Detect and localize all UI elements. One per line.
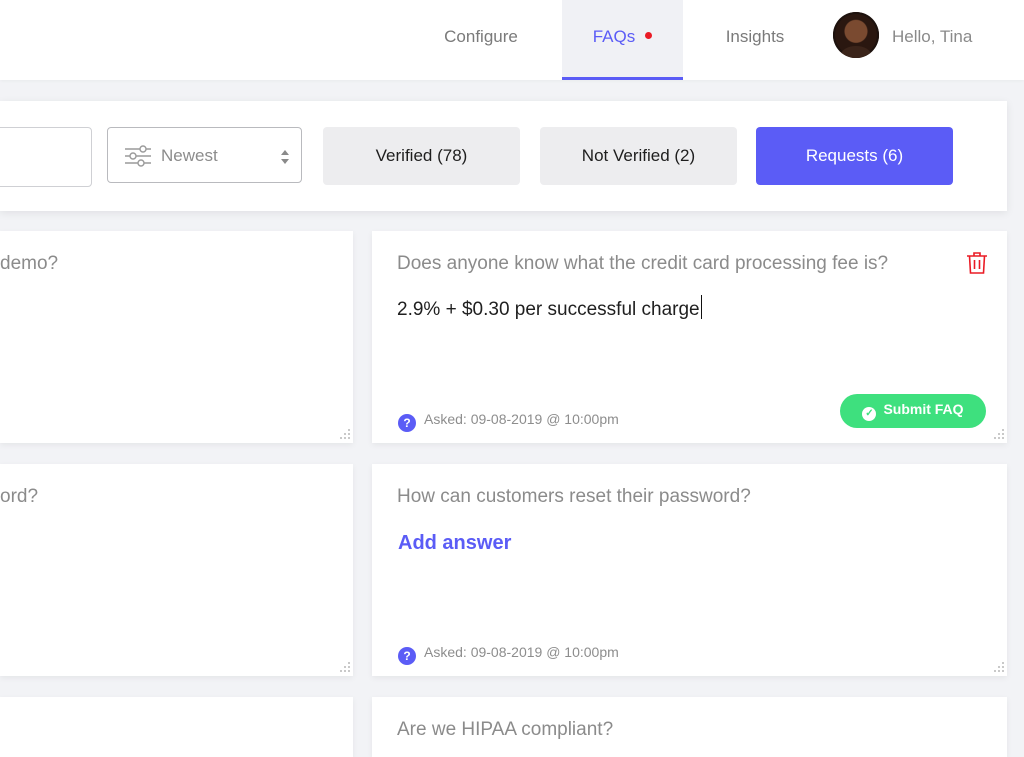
submit-faq-label: Submit FAQ [883,401,964,417]
question-circle-icon: ? [398,647,416,665]
faq-card: Are we HIPAA compliant? [372,697,1007,757]
tab-insights-label: Insights [725,27,785,46]
resize-handle-icon[interactable] [337,427,351,441]
answer-input[interactable]: 2.9% + $0.30 per successful charge [397,295,957,321]
sort-select-value: Newest [161,146,218,165]
question-circle-icon: ? [398,414,416,432]
resize-handle-icon[interactable] [991,660,1005,674]
answer-text: 2.9% + $0.30 per successful charge [397,299,700,320]
submit-faq-button[interactable]: ✓ Submit FAQ [840,394,986,428]
faq-question: How can customers reset their password? [397,486,751,507]
asked-timestamp: ? Asked: 09-08-2019 @ 10:00pm [398,411,619,432]
sliders-icon [125,145,151,167]
faq-card-editing: Does anyone know what the credit card pr… [372,231,1007,443]
requests-filter-button[interactable]: Requests (6) [756,127,953,185]
faq-question: Does anyone know what the credit card pr… [397,253,889,274]
asked-timestamp-text: Asked: 09-08-2019 @ 10:00pm [424,644,619,660]
user-avatar[interactable] [833,12,879,58]
faq-card: demo? [0,231,353,443]
faq-card: How can customers reset their password? … [372,464,1007,676]
faq-question: demo? [0,253,59,274]
text-caret [700,295,703,319]
resize-handle-icon[interactable] [337,660,351,674]
verified-filter-button[interactable]: Verified (78) [323,127,520,185]
resize-handle-icon[interactable] [991,427,1005,441]
tab-faqs[interactable]: FAQs [562,0,683,80]
tab-configure[interactable]: Configure [426,0,536,80]
notification-dot [645,32,653,40]
faq-card [0,697,353,757]
check-circle-icon: ✓ [862,407,877,421]
sort-select[interactable]: Newest [107,127,302,183]
faq-question: ord? [0,486,39,507]
user-greeting[interactable]: Hello, Tina [892,0,972,74]
tab-faqs-label: FAQs [592,27,636,46]
tab-insights[interactable]: Insights [705,0,805,80]
asked-timestamp-text: Asked: 09-08-2019 @ 10:00pm [424,411,619,427]
not-verified-filter-button[interactable]: Not Verified (2) [540,127,737,185]
up-down-arrows-icon [281,150,289,164]
faq-question: Are we HIPAA compliant? [397,719,614,740]
top-navigation: Configure FAQs Insights Hello, Tina [0,0,1024,80]
faq-card: ord? [0,464,353,676]
asked-timestamp: ? Asked: 09-08-2019 @ 10:00pm [398,644,619,665]
search-input[interactable] [0,127,92,187]
filter-bar: Newest Verified (78) Not Verified (2) Re… [0,101,1007,211]
trash-icon[interactable] [966,251,988,275]
tab-configure-label: Configure [444,27,518,46]
add-answer-link[interactable]: Add answer [398,532,511,555]
